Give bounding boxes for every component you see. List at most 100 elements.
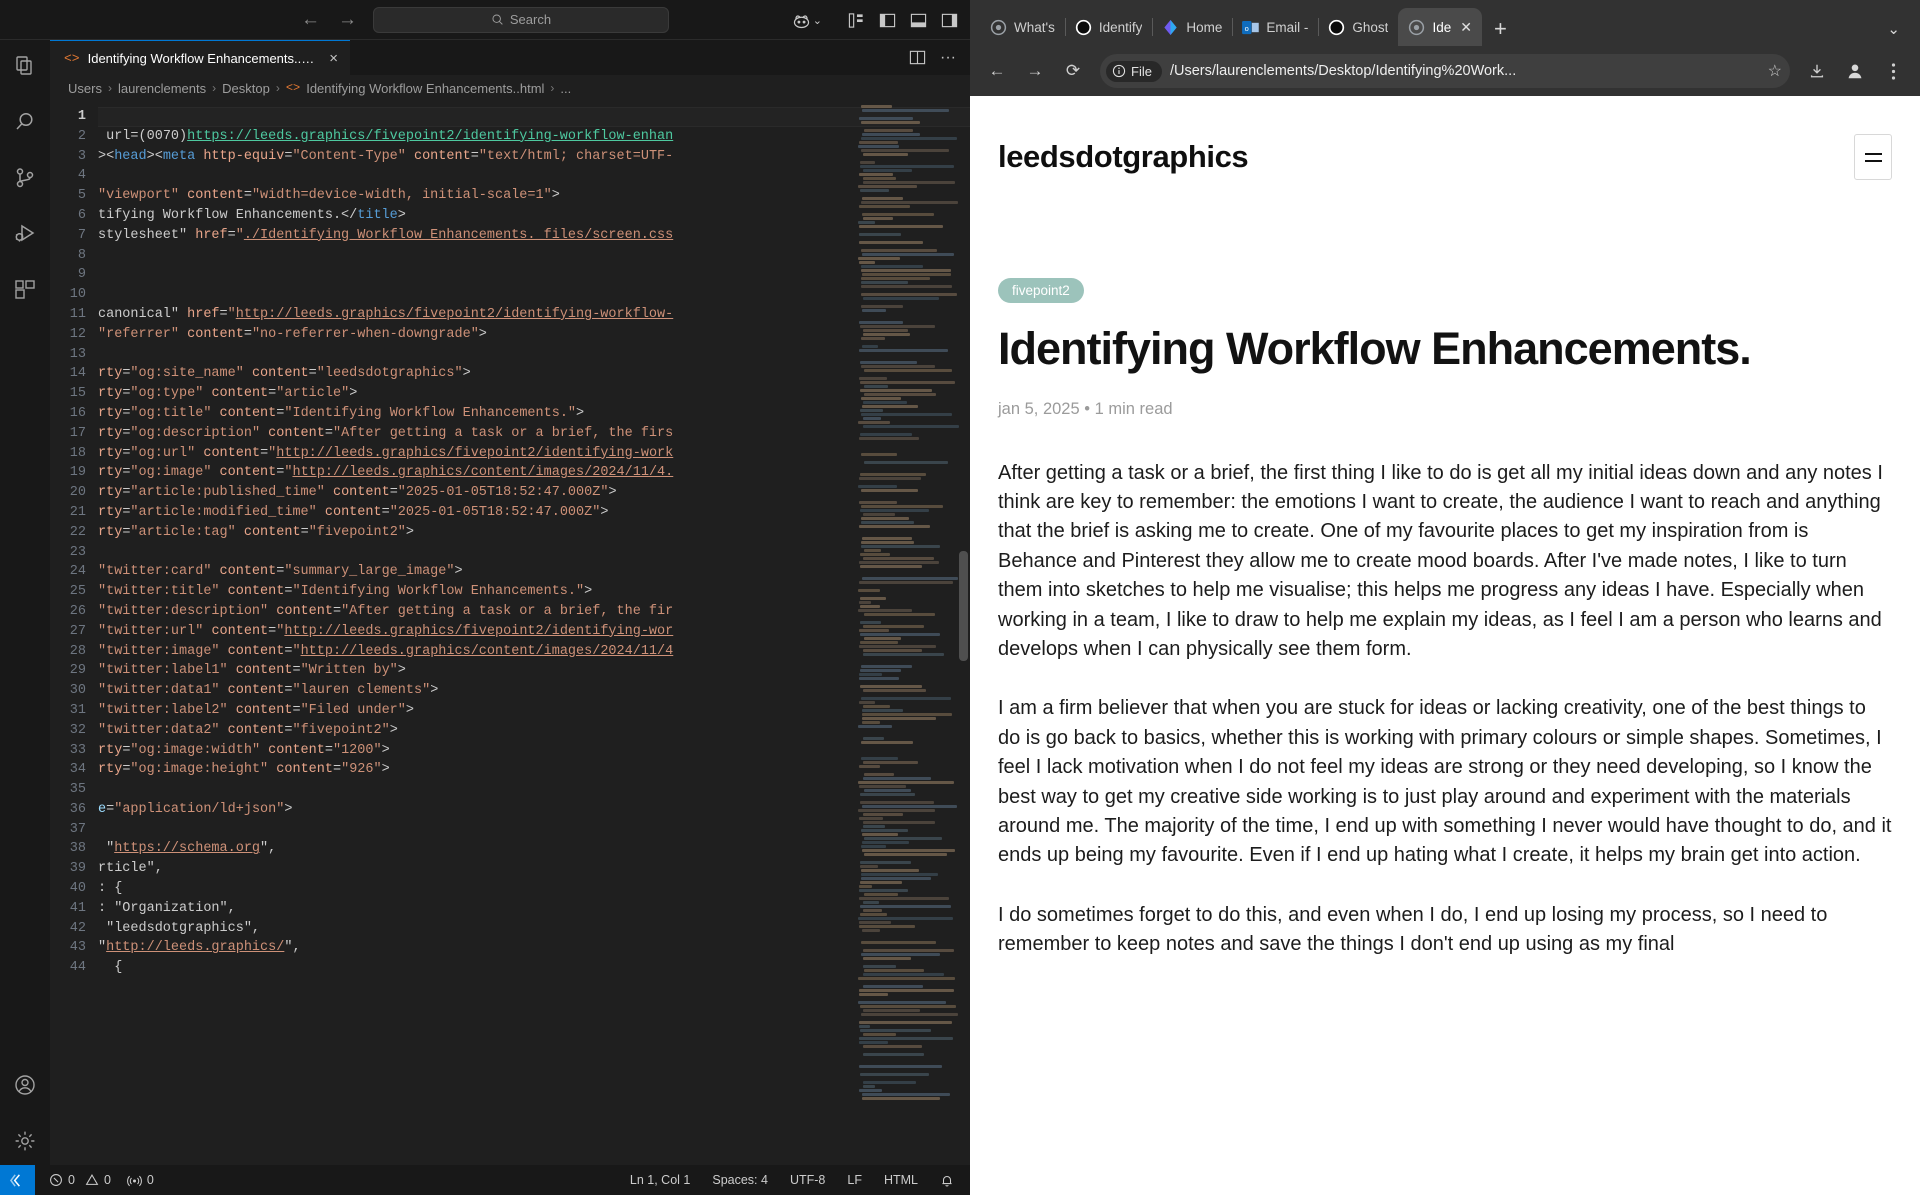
accounts-icon[interactable] [11,1071,39,1099]
code-line[interactable]: rty="og:site_name" content="leedsdotgrap… [98,364,970,384]
browser-reload-button[interactable]: ⟳ [1056,54,1090,88]
search-icon[interactable] [11,108,39,136]
address-bar-url[interactable]: /Users/laurenclements/Desktop/Identifyin… [1170,63,1756,79]
vscode-account-icon[interactable]: ⌄ [792,11,822,30]
manage-gear-icon[interactable] [11,1127,39,1155]
code-line[interactable]: tifying Workflow Enhancements.</title> [98,206,970,226]
browser-forward-button[interactable]: → [1018,54,1052,88]
breadcrumb-item-0[interactable]: Users [68,81,102,96]
editor-scrollbar-thumb[interactable] [959,551,968,661]
remote-window-button[interactable] [0,1165,35,1195]
cursor-position[interactable]: Ln 1, Col 1 [630,1173,690,1187]
browser-tab[interactable]: o Email - [1232,8,1320,46]
browser-back-button[interactable]: ← [980,54,1014,88]
code-line[interactable]: rty="og:image" content="http://leeds.gra… [98,463,970,483]
code-line[interactable]: "leedsdotgraphics", [98,919,970,939]
code-line[interactable] [98,265,970,285]
vscode-forward-icon[interactable]: → [338,10,357,29]
code-line[interactable]: "twitter:url" content="http://leeds.grap… [98,622,970,642]
code-line[interactable] [98,780,970,800]
toggle-primary-sidebar-icon[interactable] [879,12,896,29]
browser-tab[interactable]: What's [980,8,1066,46]
code-line[interactable]: rty="og:url" content="http://leeds.graph… [98,444,970,464]
code-line[interactable]: rty="og:title" content="Identifying Work… [98,404,970,424]
code-line[interactable]: rty="og:image:height" content="926"> [98,760,970,780]
run-and-debug-icon[interactable] [11,220,39,248]
tab-search-chevron-icon[interactable]: ⌄ [1873,20,1914,38]
source-control-icon[interactable] [11,164,39,192]
breadcrumb-item-2[interactable]: Desktop [222,81,270,96]
post-tag-badge[interactable]: fivepoint2 [998,278,1084,303]
code-line[interactable]: rty="article:modified_time" content="202… [98,503,970,523]
code-line[interactable]: "referrer" content="no-referrer-when-dow… [98,325,970,345]
indentation-setting[interactable]: Spaces: 4 [712,1173,768,1187]
downloads-icon[interactable] [1800,54,1834,88]
language-mode[interactable]: HTML [884,1173,918,1187]
code-line[interactable] [98,820,970,840]
code-line[interactable]: canonical" href="http://leeds.graphics/f… [98,305,970,325]
file-scheme-badge[interactable]: File [1106,60,1162,82]
customize-layout-icon[interactable] [848,12,865,29]
encoding-setting[interactable]: UTF-8 [790,1173,825,1187]
toggle-panel-icon[interactable] [910,12,927,29]
code-line[interactable]: e="application/ld+json"> [98,800,970,820]
code-line[interactable]: "https://schema.org", [98,839,970,859]
profile-avatar-icon[interactable] [1838,54,1872,88]
code-line[interactable]: "twitter:label1" content="Written by"> [98,661,970,681]
code-line[interactable]: rty="article:tag" content="fivepoint2"> [98,523,970,543]
code-line[interactable]: : "Organization", [98,899,970,919]
code-line[interactable] [98,166,970,186]
code-line[interactable]: "http://leeds.graphics/", [98,938,970,958]
breadcrumb-item-1[interactable]: laurenclements [118,81,206,96]
editor-more-actions-icon[interactable]: ··· [940,49,956,65]
vscode-search-input[interactable]: Search [373,6,669,33]
code-line[interactable]: rty="og:image:width" content="1200"> [98,741,970,761]
editor-tab-close-icon[interactable]: × [327,51,340,66]
code-line[interactable]: rty="article:published_time" content="20… [98,483,970,503]
code-line[interactable]: "twitter:card" content="summary_large_im… [98,562,970,582]
split-editor-icon[interactable] [909,49,926,66]
code-line[interactable]: { [98,958,970,978]
code-line[interactable]: : { [98,879,970,899]
code-line[interactable] [98,543,970,563]
code-line[interactable] [98,246,970,266]
breadcrumb-item-3[interactable]: Identifying Workflow Enhancements..html [306,81,544,96]
explorer-icon[interactable] [11,52,39,80]
toggle-secondary-sidebar-icon[interactable] [941,12,958,29]
code-line[interactable]: rty="og:type" content="article"> [98,384,970,404]
code-line[interactable] [98,107,970,127]
code-line[interactable]: rticle", [98,859,970,879]
chrome-menu-icon[interactable] [1876,54,1910,88]
extensions-icon[interactable] [11,276,39,304]
bookmark-star-icon[interactable]: ☆ [1764,61,1782,81]
vscode-back-icon[interactable]: ← [301,10,320,29]
new-tab-button[interactable]: + [1482,18,1519,46]
code-line[interactable]: rty="og:description" content="After gett… [98,424,970,444]
browser-tab[interactable]: Home [1152,8,1234,46]
code-line[interactable]: url=(0070)https://leeds.graphics/fivepoi… [98,127,970,147]
code-line[interactable]: "twitter:data2" content="fivepoint2"> [98,721,970,741]
code-line[interactable]: stylesheet" href="./Identifying Workflow… [98,226,970,246]
code-line[interactable]: "twitter:image" content="http://leeds.gr… [98,642,970,662]
address-bar[interactable]: File /Users/laurenclements/Desktop/Ident… [1100,54,1790,88]
browser-tab[interactable]: Identify [1065,8,1154,46]
browser-tab[interactable]: Ide ✕ [1398,8,1482,46]
code-line[interactable]: "twitter:label2" content="Filed under"> [98,701,970,721]
code-line[interactable]: ><head><meta http-equiv="Content-Type" c… [98,147,970,167]
code-line[interactable]: "viewport" content="width=device-width, … [98,186,970,206]
site-logo-title[interactable]: leedsdotgraphics [998,139,1249,175]
problems-status[interactable]: 0 0 [49,1173,111,1187]
code-line[interactable]: "twitter:data1" content="lauren clements… [98,681,970,701]
code-line[interactable]: "twitter:description" content="After get… [98,602,970,622]
code-editor[interactable]: 1 2 3 4 5 6 7 8 9 10 11 12 13 14 15 16 17 18 19 20 21 22 23 24 2… [50,101,970,1165]
code-line[interactable]: "twitter:title" content="Identifying Wor… [98,582,970,602]
code-content[interactable]: url=(0070)https://leeds.graphics/fivepoi… [98,101,970,1165]
breadcrumb-item-4[interactable]: ... [560,81,571,96]
browser-tab[interactable]: Ghost [1318,8,1400,46]
editor-tab-active[interactable]: <> Identifying Workflow Enhancements..ht… [50,40,350,75]
browser-tab-close-icon[interactable]: ✕ [1460,19,1472,36]
ports-status[interactable]: 0 [127,1173,154,1188]
hamburger-menu-button[interactable] [1854,134,1892,180]
notifications-bell-icon[interactable] [940,1173,954,1188]
code-line[interactable] [98,285,970,305]
